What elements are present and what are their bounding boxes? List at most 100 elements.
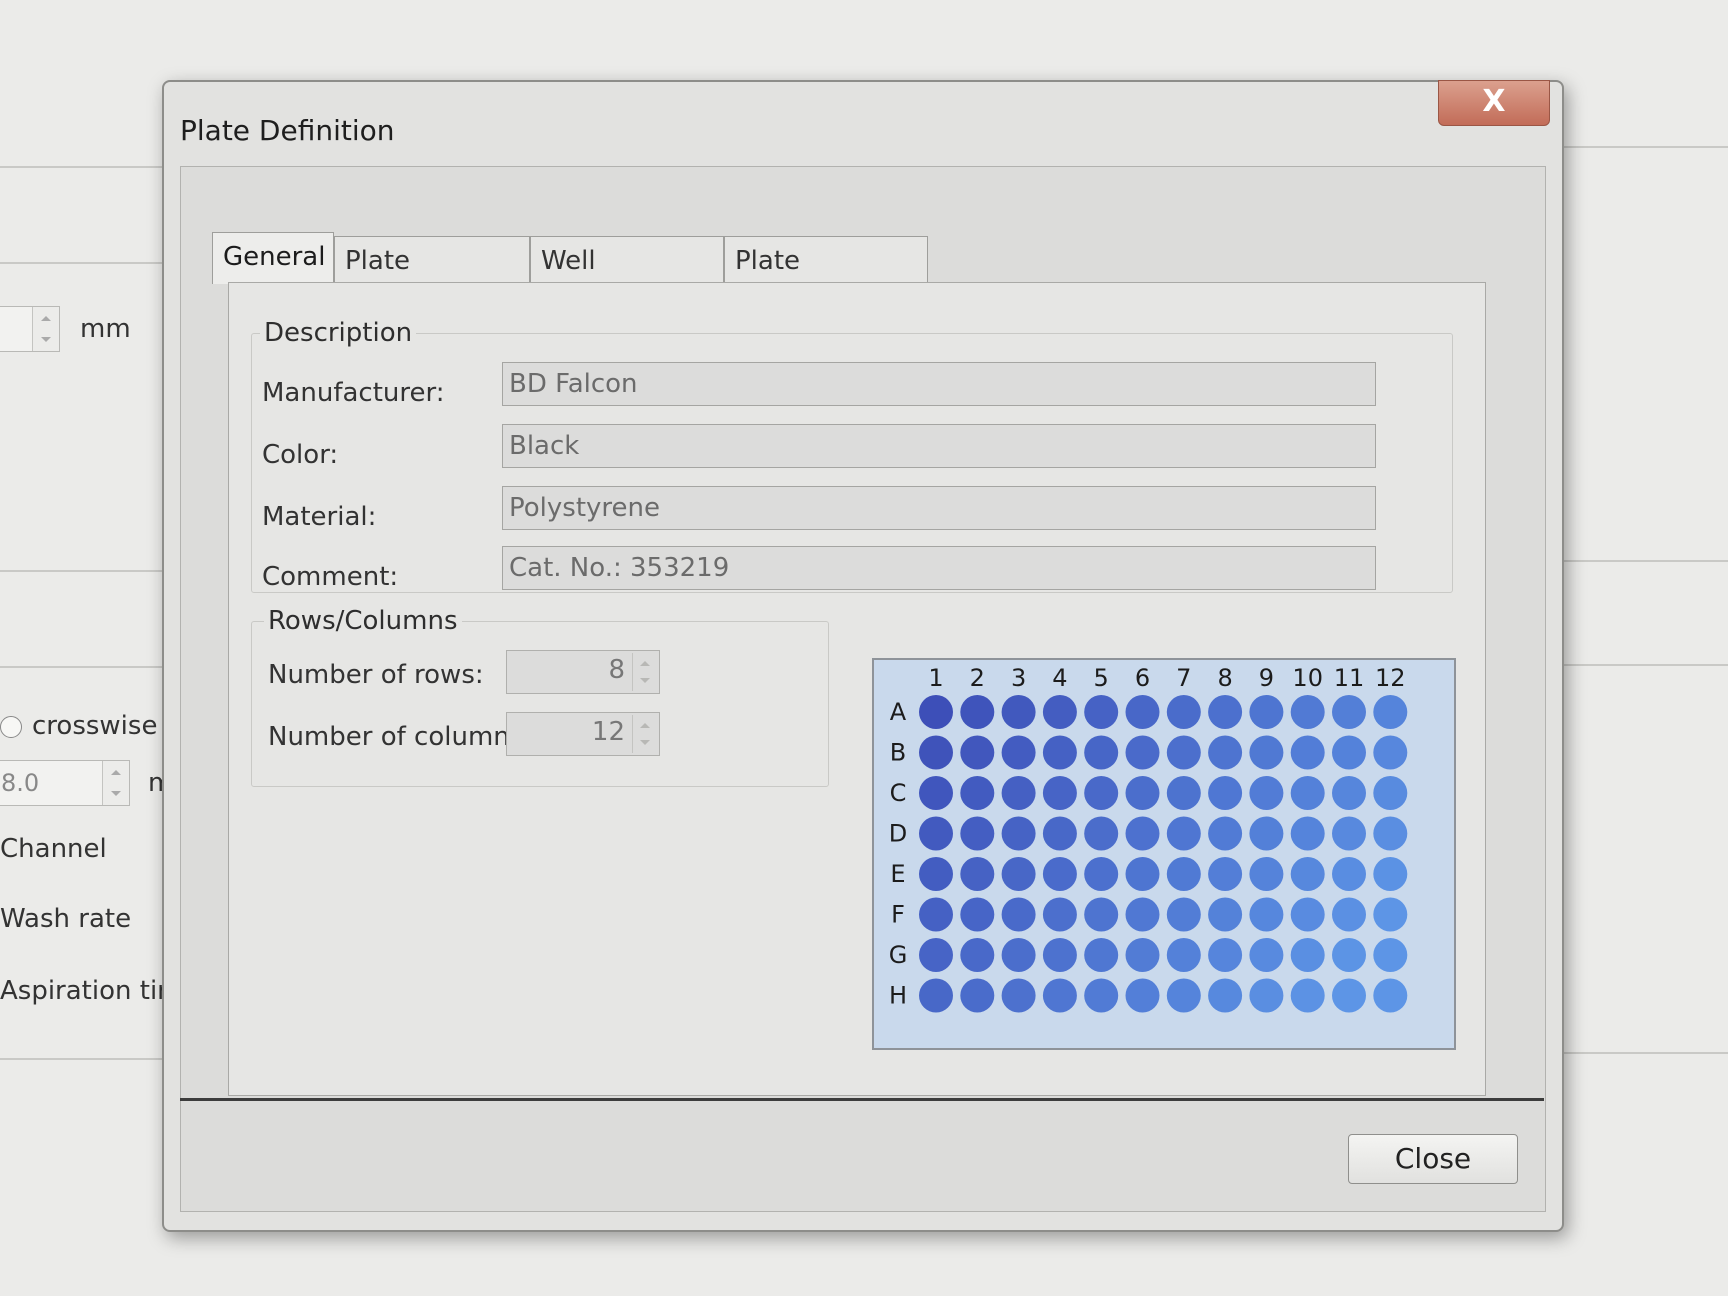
number-of-rows-value: 8 (608, 655, 625, 685)
plate-well (960, 816, 995, 851)
plate-well (1332, 735, 1366, 770)
close-icon: X (1482, 84, 1506, 119)
crosswise-radio[interactable] (0, 716, 22, 738)
background-value-spinbox[interactable]: 8.0 (0, 760, 130, 806)
plate-well (1249, 816, 1284, 851)
close-window-button[interactable]: X (1438, 80, 1550, 126)
background-spin-value: 8.0 (1, 769, 40, 797)
plate-well (1166, 938, 1201, 972)
plate-well (1042, 938, 1077, 972)
number-of-rows-label: Number of rows: (268, 660, 484, 690)
footer-separator (180, 1098, 1544, 1101)
wash-rate-label: Wash rate (0, 904, 132, 934)
background-divider (0, 666, 165, 668)
plate-column-label: 8 (1217, 664, 1232, 692)
material-label: Material: (262, 502, 377, 532)
plate-well (1001, 695, 1036, 729)
plate-well (960, 938, 995, 972)
plate-well (1084, 776, 1119, 810)
plate-well (1042, 816, 1077, 851)
plate-well (1249, 897, 1284, 932)
plate-well (1208, 857, 1243, 891)
crosswise-label: crosswise (32, 711, 158, 741)
plate-row-label: E (890, 860, 905, 888)
plate-column-label: 12 (1375, 664, 1406, 692)
close-button[interactable]: Close (1348, 1134, 1518, 1184)
plate-well (1084, 695, 1119, 729)
plate-well (1125, 816, 1160, 851)
tab-plate-parameter[interactable]: Plate Parameter (724, 236, 928, 324)
plate-well (1166, 816, 1201, 851)
plate-well (919, 857, 953, 891)
plate-well (1084, 938, 1119, 972)
tab-well-geometry[interactable]: Well Geometry (530, 236, 724, 324)
tab-plate-geometry[interactable]: Plate Geometry (334, 236, 530, 324)
plate-column-label: 5 (1094, 664, 1109, 692)
plate-well (1249, 695, 1284, 729)
spin-arrows-icon[interactable] (632, 653, 657, 691)
channel-label: Channel (0, 834, 107, 864)
tab-label: General (223, 242, 326, 272)
plate-well (1166, 776, 1201, 810)
plate-well (1084, 735, 1119, 770)
plate-well (1125, 978, 1160, 1013)
plate-well (1125, 857, 1160, 891)
rows-columns-group-title: Rows/Columns (264, 606, 462, 636)
spin-arrows-icon[interactable] (632, 715, 657, 753)
description-group: Description Manufacturer: Color: Materia… (251, 318, 1453, 593)
plate-well (1084, 816, 1119, 851)
plate-well (1042, 897, 1077, 932)
plate-well (1373, 857, 1408, 891)
plate-well (1373, 938, 1408, 972)
plate-well (1084, 897, 1119, 932)
background-divider (0, 1058, 165, 1060)
plate-well (1332, 938, 1366, 972)
plate-preview: 1 2 3 4 5 6 7 8 9 10 11 12 A B C D E F G H (872, 658, 1456, 1050)
plate-well (1332, 897, 1366, 932)
plate-well (1208, 695, 1243, 729)
plate-well (960, 695, 995, 729)
plate-well (960, 776, 995, 810)
comment-label: Comment: (262, 562, 399, 592)
tab-general[interactable]: General (212, 232, 334, 284)
plate-well (1001, 938, 1036, 972)
plate-well (1373, 978, 1408, 1013)
background-divider (0, 166, 165, 168)
number-of-columns-value: 12 (591, 717, 625, 747)
plate-well (1208, 776, 1243, 810)
title-bar[interactable]: Plate Definition X (164, 80, 1562, 164)
plate-well (1332, 978, 1366, 1013)
description-group-title: Description (260, 318, 417, 348)
plate-well (919, 897, 953, 932)
plate-well (1290, 897, 1325, 932)
number-of-columns-spinbox[interactable]: 12 (506, 712, 660, 756)
color-field[interactable] (502, 424, 1376, 468)
spin-arrows-icon[interactable] (32, 307, 59, 351)
plate-well (1001, 816, 1036, 851)
plate-well (1373, 816, 1408, 851)
material-field[interactable] (502, 486, 1376, 530)
background-divider (1562, 560, 1728, 562)
spin-arrows-icon[interactable] (102, 761, 129, 805)
plate-row-label: H (889, 982, 907, 1010)
plate-column-label: 11 (1334, 664, 1365, 692)
plate-definition-dialog: Plate Definition X General Plate Geometr… (162, 80, 1564, 1232)
plate-well (1332, 695, 1366, 729)
background-divider (1562, 146, 1728, 148)
comment-field[interactable] (502, 546, 1376, 590)
background-divider (0, 262, 165, 264)
manufacturer-label: Manufacturer: (262, 378, 445, 408)
plate-well (1332, 816, 1366, 851)
manufacturer-field[interactable] (502, 362, 1376, 406)
background-spinbox[interactable] (0, 306, 60, 352)
plate-well (1208, 978, 1243, 1013)
plate-well (1290, 735, 1325, 770)
plate-row-label: C (890, 779, 907, 807)
plate-well (960, 857, 995, 891)
plate-well (1208, 938, 1243, 972)
plate-well (1208, 816, 1243, 851)
background-divider (0, 570, 165, 572)
plate-column-label: 1 (928, 664, 943, 692)
number-of-rows-spinbox[interactable]: 8 (506, 650, 660, 694)
plate-well (1001, 776, 1036, 810)
